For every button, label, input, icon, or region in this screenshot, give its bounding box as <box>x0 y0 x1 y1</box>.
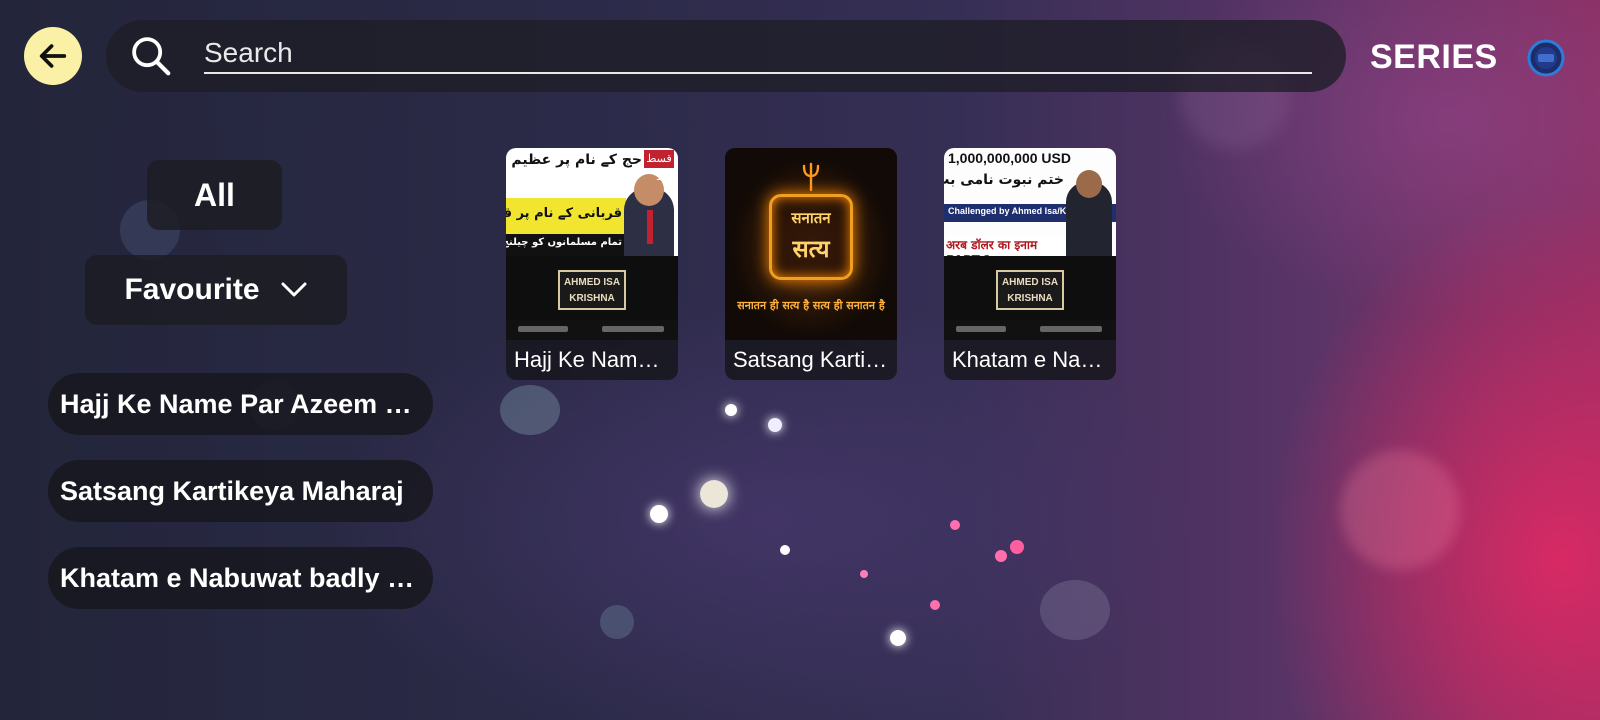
thumb-subheadline: सत्य <box>792 235 830 263</box>
channel-logo: AHMED ISA KRISHNA <box>996 270 1064 310</box>
filter-favourite-dropdown[interactable]: Favourite <box>85 255 347 325</box>
thumb-amount: 1,000,000,000 USD <box>948 150 1071 166</box>
thumb-headline: ختم نبوت نامی بت پاش پاش <box>944 172 1064 188</box>
series-thumbnail: सनातन सत्य सनातन ही सत्य है सत्य ही सनात… <box>725 148 897 340</box>
thumb-caption: सनातन ही सत्य है सत्य ही सनातन है <box>737 299 885 312</box>
series-list-item-label: Hajj Ke Name Par Azeem Dhoka <box>60 388 421 419</box>
chevron-down-icon <box>281 282 307 297</box>
thumb-caption: अरब डॉलर का इनाम PART-1 <box>946 236 1066 267</box>
trident-icon <box>802 162 820 192</box>
thumb-headline: सनातन <box>791 209 831 227</box>
filter-all-label: All <box>194 176 235 213</box>
filter-favourite-label: Favourite <box>124 273 260 306</box>
series-list-item-label: Satsang Kartikeya Maharaj <box>60 475 404 506</box>
search-input[interactable] <box>204 34 1312 74</box>
series-list-item[interactable]: Khatam e Nabuwat badly exposed <box>48 547 433 609</box>
globe-icon[interactable] <box>1527 39 1565 77</box>
search-icon[interactable] <box>128 33 174 79</box>
thumb-headline: حج کے نام پر عظیم دھوکہ <box>506 152 642 168</box>
series-card-title: Hajj Ke Name Par Azeem Dhoka <box>514 347 670 372</box>
series-card[interactable]: 1,000,000,000 USD ختم نبوت نامی بت پاش پ… <box>944 148 1116 380</box>
page-title: SERIES <box>1370 38 1498 76</box>
series-card-title: Khatam e Nabuwat badly exposed <box>952 347 1108 372</box>
series-list-item[interactable]: Hajj Ke Name Par Azeem Dhoka <box>48 373 433 435</box>
series-list-item-label: Khatam e Nabuwat badly exposed <box>60 562 421 593</box>
channel-logo: AHMED ISA KRISHNA <box>558 270 626 310</box>
series-card-title: Satsang Kartikeya Maharaj <box>733 347 889 372</box>
thumb-subheadline: قربانی کے نام پر قتل عام <box>506 206 622 221</box>
series-thumbnail: قسط 1 حج کے نام پر عظیم دھوکہ قربانی کے … <box>506 148 678 340</box>
arrow-left-icon <box>39 44 67 68</box>
episode-badge: قسط 1 <box>644 150 674 183</box>
search-bar <box>106 20 1346 92</box>
back-button[interactable] <box>24 27 82 85</box>
thumb-caption: تمام مسلمانوں کو چیلنج <box>506 237 622 248</box>
series-list-item[interactable]: Satsang Kartikeya Maharaj <box>48 460 433 522</box>
series-card[interactable]: قسط 1 حج کے نام پر عظیم دھوکہ قربانی کے … <box>506 148 678 380</box>
series-thumbnail: 1,000,000,000 USD ختم نبوت نامی بت پاش پ… <box>944 148 1116 340</box>
filter-all-button[interactable]: All <box>147 160 282 230</box>
series-card[interactable]: सनातन सत्य सनातन ही सत्य है सत्य ही सनात… <box>725 148 897 380</box>
